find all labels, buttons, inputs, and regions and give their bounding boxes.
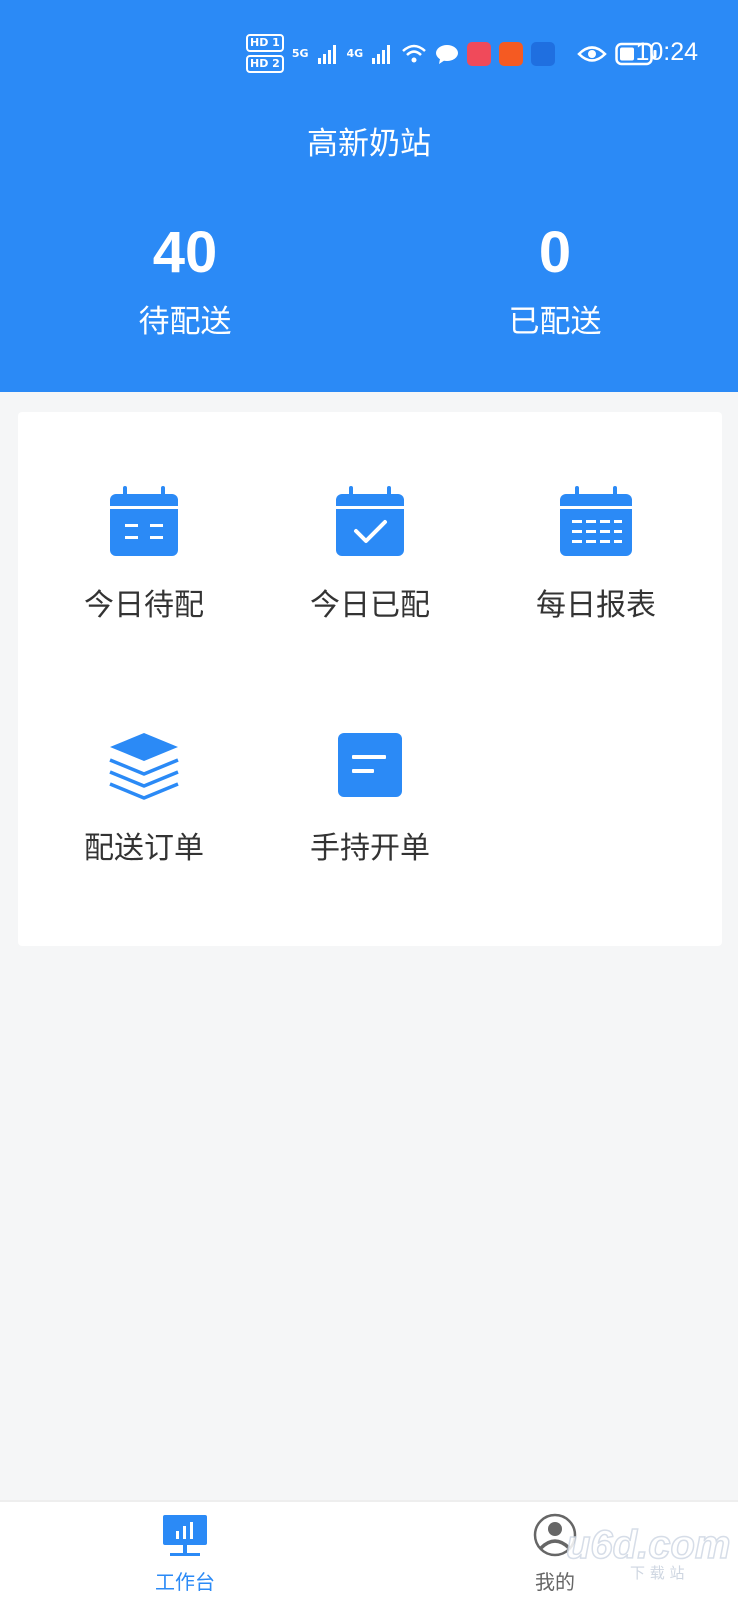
stat-delivered[interactable]: 0 已配送 xyxy=(455,218,655,341)
header: HD 1 HD 2 5G 4G 10:24 高新奶站 40 待配送 0 已配送 xyxy=(0,0,738,392)
calendar-icon xyxy=(110,486,178,556)
send-app-icon xyxy=(499,41,524,66)
net1-label: 5G xyxy=(291,47,309,60)
menu-item-daily-report[interactable]: 每日报表 xyxy=(481,484,711,624)
tab-workbench-label: 工作台 xyxy=(155,1570,215,1594)
layers-icon xyxy=(109,733,179,800)
huawei-app-icon xyxy=(467,41,492,66)
note-icon xyxy=(338,733,402,797)
page-title: 高新奶站 xyxy=(307,126,431,162)
menu-label-daily-report: 每日报表 xyxy=(536,588,656,623)
menu-label-handheld-billing: 手持开单 xyxy=(310,831,430,866)
stat-pending-label: 待配送 xyxy=(138,304,232,340)
stat-delivered-value: 0 xyxy=(538,220,572,285)
menu-card: 今日待配 今日已配 每日报表 配送订单 手持开单 xyxy=(18,412,722,946)
hd2-label: HD 2 xyxy=(246,55,284,73)
menu-item-today-delivered[interactable]: 今日已配 xyxy=(255,484,485,624)
stat-pending[interactable]: 40 待配送 xyxy=(85,218,285,341)
hd1-label: HD 1 xyxy=(246,34,284,52)
menu-item-handheld-billing[interactable]: 手持开单 xyxy=(255,727,485,867)
signal-icon xyxy=(372,44,391,64)
eye-icon xyxy=(577,45,607,62)
stat-delivered-label: 已配送 xyxy=(508,304,602,340)
stat-pending-value: 40 xyxy=(152,220,218,285)
svg-text:u6d.com: u6d.com xyxy=(566,1523,730,1567)
menu-item-today-pending[interactable]: 今日待配 xyxy=(29,484,259,624)
tab-workbench[interactable]: 工作台 xyxy=(95,1512,275,1595)
calendar-grid-icon xyxy=(560,486,632,556)
dashboard-icon xyxy=(163,1515,207,1556)
menu-label-delivery-orders: 配送订单 xyxy=(84,831,204,866)
hd-indicator: HD 1 HD 2 xyxy=(246,34,284,73)
svg-text:下 载 站: 下 载 站 xyxy=(630,1564,685,1582)
status-time: 10:24 xyxy=(635,38,698,66)
menu-label-today-delivered: 今日已配 xyxy=(310,588,430,623)
net2-label: 4G xyxy=(346,47,364,60)
status-bar: HD 1 HD 2 5G 4G 10:24 xyxy=(0,0,738,110)
signal-icon xyxy=(317,44,336,64)
wifi-icon xyxy=(402,44,427,62)
calendar-check-icon xyxy=(336,486,404,556)
chat-icon xyxy=(436,44,459,64)
status-icons: HD 1 HD 2 5G 4G xyxy=(246,34,657,73)
bulb-app-icon xyxy=(531,41,556,66)
menu-label-today-pending: 今日待配 xyxy=(84,588,204,623)
menu-item-delivery-orders[interactable]: 配送订单 xyxy=(29,727,259,867)
watermark-logo: u6d.com 下 载 站 xyxy=(565,1522,730,1582)
